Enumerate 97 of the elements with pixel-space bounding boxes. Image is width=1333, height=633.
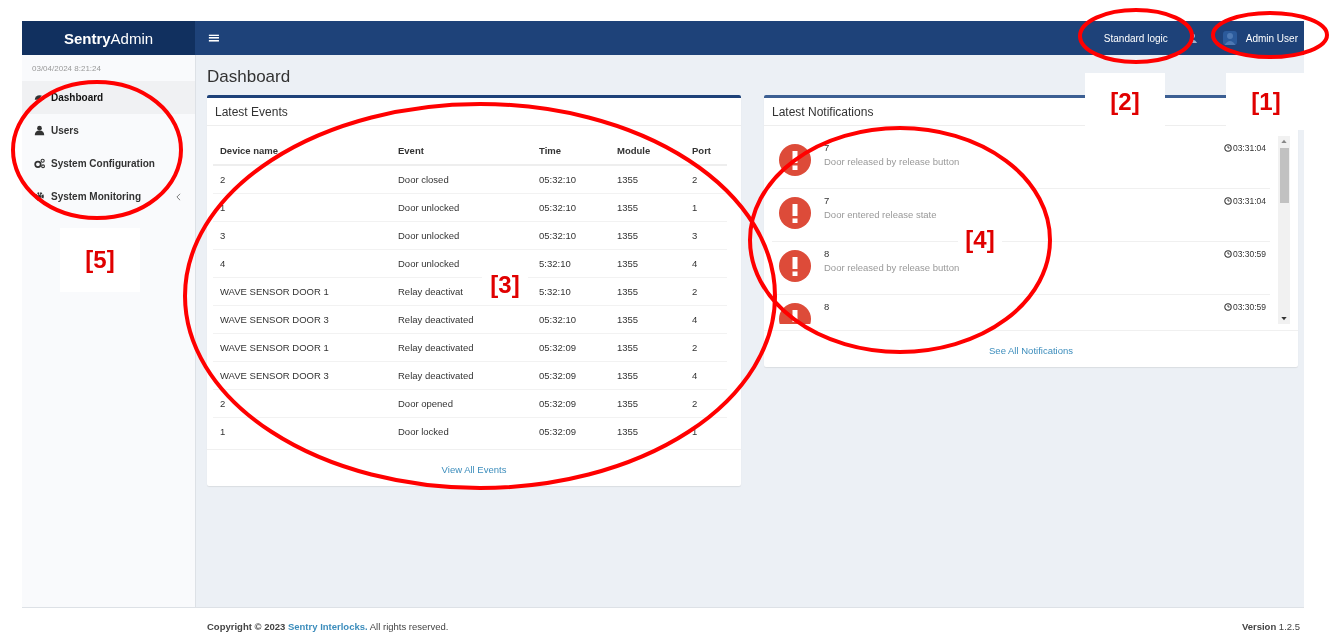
version-text: Version 1.2.5 <box>1241 621 1300 633</box>
table-cell: 4 <box>213 249 391 278</box>
table-cell: 1355 <box>610 333 685 362</box>
column-header: Time <box>532 136 610 165</box>
table-cell: WAVE SENSOR DOOR 1 <box>213 277 391 306</box>
table-cell: 2 <box>685 165 727 194</box>
table-cell: Door unlocked <box>391 221 532 250</box>
sidebar-item[interactable]: System Monitoring <box>22 180 195 213</box>
notification-item[interactable]: 8 03:30:59 <box>772 295 1270 324</box>
alert-icon <box>779 144 811 176</box>
clock-icon <box>1223 303 1232 311</box>
column-header: Module <box>610 136 685 165</box>
table-cell: 05:32:10 <box>532 165 610 194</box>
table-cell: 1355 <box>610 361 685 390</box>
table-cell: 4 <box>685 305 727 334</box>
brand-logo: SentryAdmin <box>22 21 195 55</box>
table-cell: 5:32:10 <box>532 277 610 306</box>
table-cell: 05:32:10 <box>532 193 610 222</box>
page-title: Dashboard <box>207 67 292 87</box>
table-cell: 2 <box>213 165 391 194</box>
clock-icon <box>1223 250 1232 258</box>
notification-time: 03:31:04 <box>1223 189 1266 206</box>
notification-time: 03:30:59 <box>1223 242 1266 259</box>
table-cell: Door unlocked <box>391 193 532 222</box>
sidebar-item[interactable]: Users <box>22 114 195 147</box>
table-cell: 1 <box>213 193 391 222</box>
user-menu-link[interactable]: Admin User <box>1221 30 1298 46</box>
scroll-up-icon <box>1281 139 1287 143</box>
notification-title: 8 <box>824 301 831 312</box>
table-cell: Door closed <box>391 165 532 194</box>
table-cell: 1355 <box>610 249 685 278</box>
table-cell: 1355 <box>610 165 685 194</box>
table-cell: 3 <box>213 221 391 250</box>
notification-title: 8 <box>824 248 831 259</box>
table-cell: 1355 <box>610 193 685 222</box>
view-all-link[interactable]: View All Events <box>441 464 507 475</box>
alert-icon <box>779 197 811 229</box>
company-link[interactable]: Sentry Interlocks. <box>287 621 368 632</box>
table-cell: 05:32:09 <box>532 333 610 362</box>
annotation-label: [5] <box>60 228 140 292</box>
scroll-down-icon <box>1281 317 1287 321</box>
sidebar-item[interactable]: System Configuration <box>22 147 195 180</box>
table-cell: 2 <box>213 389 391 418</box>
copyright-text: Copyright © 2023 Sentry Interlocks. All rights reserved. <box>207 621 449 633</box>
table-cell: 05:32:09 <box>532 417 610 445</box>
user-icon <box>34 125 45 136</box>
table-cell: WAVE SENSOR DOOR 3 <box>213 305 391 334</box>
table-cell: 5:32:10 <box>532 249 610 278</box>
column-header: Device name <box>213 136 391 165</box>
table-cell: 2 <box>685 333 727 362</box>
column-header: Port <box>685 136 727 165</box>
gears-icon <box>34 158 45 169</box>
table-cell: 3 <box>685 221 727 250</box>
see-all-link[interactable]: See All Notifications <box>989 345 1073 356</box>
clock-icon <box>1223 197 1232 205</box>
table-cell: 1355 <box>610 277 685 306</box>
notification-message: Door entered release state <box>824 209 938 220</box>
card-title: Latest Events <box>207 98 741 126</box>
table-cell: 4 <box>685 249 727 278</box>
table-cell: WAVE SENSOR DOOR 3 <box>213 361 391 390</box>
table-cell: 05:32:09 <box>532 389 610 418</box>
table-cell: Door opened <box>391 389 532 418</box>
notification-time: 03:30:59 <box>1223 295 1266 312</box>
notification-message: Door released by release button <box>824 156 961 167</box>
table-cell: 05:32:09 <box>532 361 610 390</box>
notification-time: 03:31:04 <box>1223 136 1266 153</box>
table-cell: 05:32:10 <box>532 305 610 334</box>
table-cell: 4 <box>685 361 727 390</box>
table-cell: Relay deactivated <box>391 305 532 334</box>
dashboard-icon <box>34 92 45 103</box>
table-cell: 1355 <box>610 389 685 418</box>
table-cell: 2 <box>685 389 727 418</box>
menu-button[interactable]: ≡ <box>205 30 223 46</box>
scrollbar[interactable] <box>1278 136 1290 324</box>
avatar-icon <box>1221 30 1238 46</box>
table-cell: 05:32:10 <box>532 221 610 250</box>
date-time: 03/04/2024 8:21:24 <box>31 63 102 75</box>
table-cell: Relay deactivated <box>391 361 532 390</box>
table-cell: 1355 <box>610 417 685 445</box>
table-cell: 1 <box>685 193 727 222</box>
annotation-label: [1] <box>1226 73 1306 130</box>
notification-item[interactable]: 7 Door released by release button 03:31:04 <box>772 136 1270 189</box>
table-cell: WAVE SENSOR DOOR 1 <box>213 333 391 362</box>
notification-title: 7 <box>824 195 831 206</box>
clock-icon <box>1223 144 1232 152</box>
table-cell: Door locked <box>391 417 532 445</box>
alert-icon <box>779 250 811 282</box>
table-cell: 1355 <box>610 305 685 334</box>
notification-message: Door released by release button <box>824 262 961 273</box>
scrollbar-thumb[interactable] <box>1279 148 1289 203</box>
table-cell: Relay deactivated <box>391 333 532 362</box>
logic-mode-link[interactable]: Standard logic <box>1103 32 1168 44</box>
column-header: Event <box>391 136 532 165</box>
table-cell: 2 <box>685 277 727 306</box>
table-cell: 1355 <box>610 221 685 250</box>
table-cell: 1 <box>213 417 391 445</box>
notification-title: 7 <box>824 142 831 153</box>
